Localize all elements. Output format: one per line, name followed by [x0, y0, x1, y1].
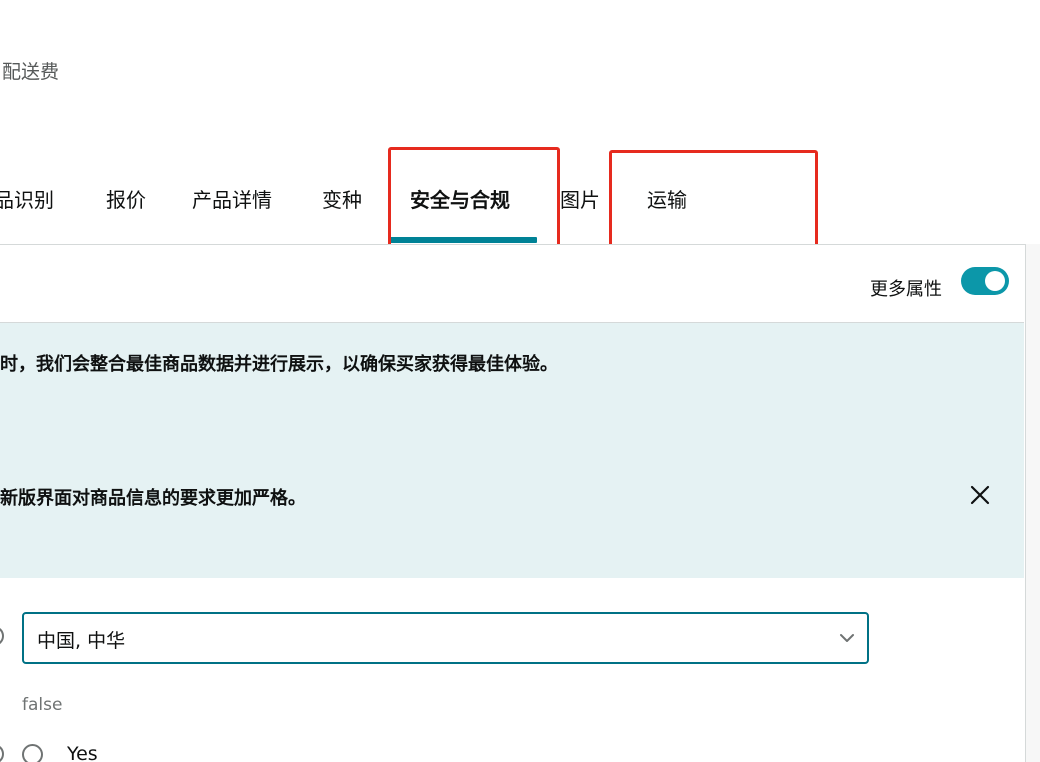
close-icon[interactable] [968, 483, 992, 507]
radio-yes-label: Yes [67, 743, 98, 762]
notice-line-2: 新版界面对商品信息的要求更加严格。 [0, 488, 306, 509]
page: 配送费 品识别 报价 产品详情 变种 安全与合规 图片 运输 更多属性 时，我们… [0, 0, 1040, 762]
scroll-gutter [1026, 244, 1040, 762]
tab-variations[interactable]: 变种 [322, 185, 362, 215]
tab-images[interactable]: 图片 [560, 185, 600, 215]
notice-line-1: 时，我们会整合最佳商品数据并进行展示，以确保买家获得最佳体验。 [0, 354, 558, 375]
shipping-fee-text: 配送费 [2, 61, 60, 83]
tab-shipping[interactable]: 运输 [647, 185, 687, 215]
active-tab-indicator [388, 237, 537, 243]
tab-safety-compliance[interactable]: 安全与合规 [410, 185, 510, 215]
radio-yes[interactable] [22, 744, 43, 762]
toggle-knob [985, 271, 1005, 291]
tab-offer[interactable]: 报价 [106, 185, 146, 215]
more-attributes-label: 更多属性 [870, 279, 942, 300]
tab-product-identity[interactable]: 品识别 [0, 185, 54, 215]
tab-product-details[interactable]: 产品详情 [192, 185, 272, 215]
info-notice: 时，我们会整合最佳商品数据并进行展示，以确保买家获得最佳体验。 新版界面对商品信… [0, 323, 1024, 578]
default-value-hint: false [22, 695, 63, 715]
chevron-down-icon [837, 628, 857, 648]
country-of-origin-select[interactable]: 中国, 中华 [22, 612, 869, 664]
select-value: 中国, 中华 [37, 630, 126, 652]
more-attributes-toggle[interactable] [961, 267, 1009, 295]
